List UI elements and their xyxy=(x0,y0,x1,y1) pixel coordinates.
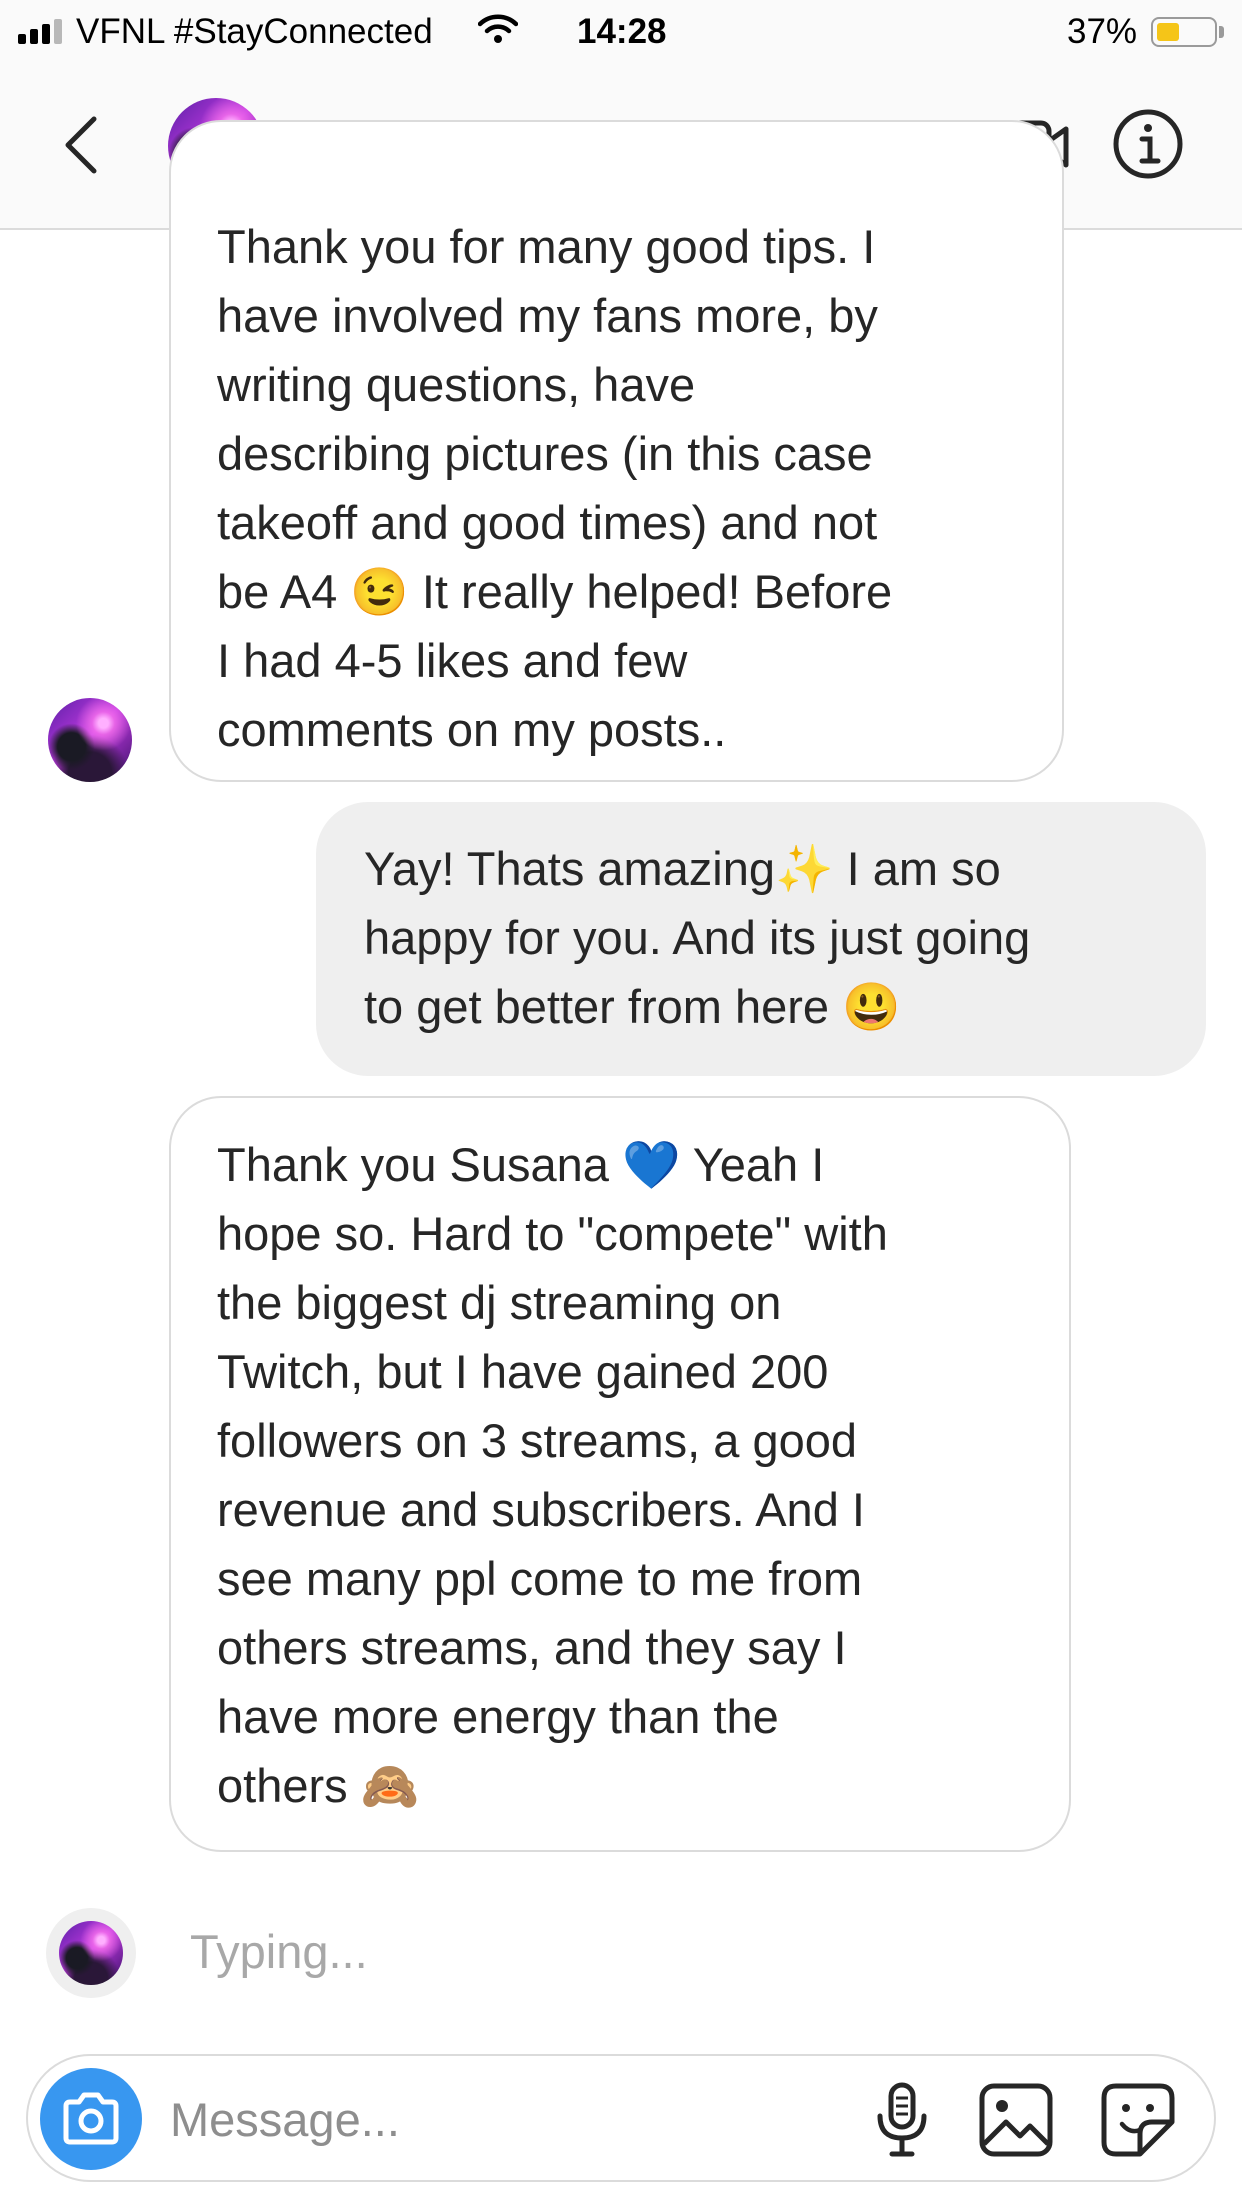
message-composer xyxy=(26,2054,1216,2182)
back-icon[interactable] xyxy=(60,115,100,175)
camera-button[interactable] xyxy=(40,2068,142,2170)
battery-icon xyxy=(1151,17,1217,47)
message-input[interactable] xyxy=(170,2084,730,2154)
status-bar: VFNL #StayConnected 14:28 37% xyxy=(0,0,1242,62)
info-icon[interactable] xyxy=(1112,108,1184,180)
incoming-message-bubble[interactable]: Thank you for many good tips. I have inv… xyxy=(169,120,1064,782)
battery-percentage: 37% xyxy=(1067,12,1138,51)
typing-indicator: Typing... xyxy=(190,1925,368,1978)
outgoing-message-bubble[interactable]: Yay! Thats amazing✨ I am so happy for yo… xyxy=(316,802,1206,1076)
camera-icon xyxy=(63,2092,119,2145)
typing-avatar-frame xyxy=(46,1908,136,1998)
battery-nub xyxy=(1219,26,1224,38)
wifi-icon xyxy=(478,14,518,43)
incoming-message-bubble[interactable]: Thank you Susana 💙 Yeah I hope so. Hard … xyxy=(169,1096,1071,1852)
gallery-icon[interactable] xyxy=(978,2082,1054,2158)
carrier-name: VFNL #StayConnected xyxy=(76,12,433,51)
signal-strength-icon xyxy=(18,19,66,44)
typing-avatar xyxy=(59,1921,123,1985)
sender-avatar[interactable] xyxy=(48,698,132,782)
sticker-icon[interactable] xyxy=(1100,2082,1176,2158)
clock: 14:28 xyxy=(577,12,667,51)
microphone-icon[interactable] xyxy=(872,2082,932,2158)
